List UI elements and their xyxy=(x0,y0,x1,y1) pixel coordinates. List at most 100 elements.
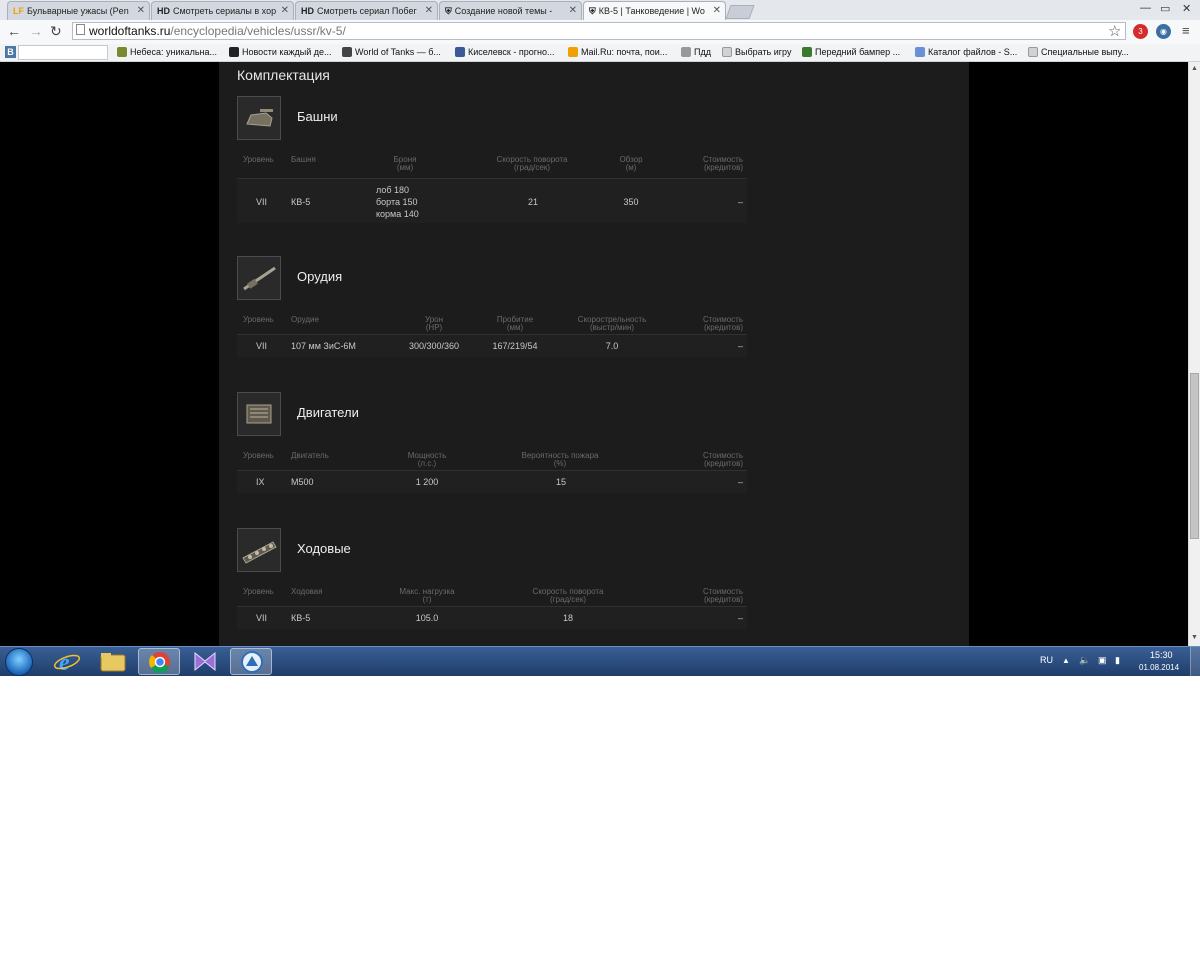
reload-icon[interactable]: ↻ xyxy=(50,23,62,40)
tab-title: Бульварные ужасы (Pen xyxy=(27,6,129,16)
bookmark-favicon-icon xyxy=(229,47,239,57)
adblock-extension-icon[interactable]: 3 xyxy=(1133,24,1148,39)
minimize-icon[interactable]: — xyxy=(1140,2,1151,14)
bookmark-item[interactable]: Каталог файлов - S... xyxy=(915,47,1017,57)
clock-date[interactable]: 01.08.2014 xyxy=(1139,663,1179,672)
turrets-title: Башни xyxy=(297,109,338,124)
menu-icon[interactable]: ≡ xyxy=(1182,23,1190,38)
scroll-down-arrow-icon[interactable]: ▼ xyxy=(1191,634,1198,641)
internet-explorer-icon[interactable]: e xyxy=(46,648,88,676)
table-row: VII КВ-5 лоб 180 борта 150 корма 140 21 … xyxy=(237,179,747,223)
windows-taskbar: e RU ▲ 🔈 ▣ ▮ 15:30 01.08.2014 xyxy=(0,646,1200,676)
cell-traverse: 21 xyxy=(527,197,538,207)
chrome-icon[interactable] xyxy=(138,648,180,675)
col-header-fire-chance: Вероятность пожара (%) xyxy=(521,451,599,468)
visual-studio-icon[interactable] xyxy=(184,648,226,675)
address-bar[interactable]: worldoftanks.ru/encyclopedia/vehicles/us… xyxy=(72,22,1126,40)
vertical-scrollbar[interactable]: ▲ ▼ xyxy=(1188,62,1200,646)
bookmark-favicon-icon xyxy=(342,47,352,57)
col-header-gun: Орудие xyxy=(291,315,319,324)
volume-icon[interactable]: 🔈 xyxy=(1079,655,1090,666)
cell-damage: 300/300/360 xyxy=(408,341,460,351)
cell-level: VII xyxy=(256,341,268,351)
close-tab-icon[interactable]: ✕ xyxy=(713,5,721,16)
forward-arrow-icon[interactable]: → xyxy=(29,23,43,39)
bookmark-item[interactable]: Выбрать игру xyxy=(722,47,791,57)
section-title: Комплектация xyxy=(237,67,330,83)
maximize-icon[interactable]: ▭ xyxy=(1160,2,1170,15)
page-viewport: Комплектация Башни Уровень Башня Броня (м… xyxy=(0,62,1188,646)
col-header-armor: Броня (мм) xyxy=(393,155,417,172)
clock-time[interactable]: 15:30 xyxy=(1150,650,1173,660)
bookmark-item[interactable]: Mail.Ru: почта, пои... xyxy=(568,47,667,57)
bookmark-item[interactable]: Передний бампер ... xyxy=(802,47,900,57)
signal-icon[interactable]: ▮ xyxy=(1115,655,1120,666)
cell-fire-chance: 15 xyxy=(555,477,566,487)
url-host: worldoftanks.ru xyxy=(89,24,171,38)
table-row: VII КВ-5 105.0 18 – xyxy=(237,607,747,629)
tab-title: Смотреть сериалы в хор xyxy=(173,6,277,16)
vk-icon[interactable]: В xyxy=(5,46,16,58)
cell-cost: – xyxy=(737,197,743,207)
cell-cost: – xyxy=(737,477,743,487)
engines-title: Двигатели xyxy=(297,405,359,420)
scrollbar-thumb[interactable] xyxy=(1190,373,1199,539)
col-header-turret: Башня xyxy=(291,155,316,164)
close-window-icon[interactable]: ✕ xyxy=(1182,2,1191,15)
col-header-level: Уровень xyxy=(243,451,274,460)
turret-icon xyxy=(237,96,281,140)
bookmarks-bar: В Небеса: уникальна... Новости каждый де… xyxy=(0,44,1200,62)
bookmark-star-icon[interactable]: ☆ xyxy=(1108,22,1121,40)
extension-icon[interactable]: ◉ xyxy=(1156,24,1171,39)
close-tab-icon[interactable]: ✕ xyxy=(137,5,145,16)
cell-cost: – xyxy=(737,613,743,623)
network-icon[interactable]: ▣ xyxy=(1098,655,1107,666)
col-header-damage: Урон (HP) xyxy=(424,315,444,332)
close-tab-icon[interactable]: ✕ xyxy=(281,5,289,16)
col-header-engine: Двигатель xyxy=(291,451,329,460)
bookmark-item[interactable]: World of Tanks — б... xyxy=(342,47,441,57)
browser-tab-active[interactable]: ⛨ КВ-5 | Танковедение | Wo ✕ xyxy=(583,1,726,20)
close-tab-icon[interactable]: ✕ xyxy=(569,5,577,16)
cell-view-range: 350 xyxy=(623,197,639,207)
browser-tab[interactable]: LF Бульварные ужасы (Pen ✕ xyxy=(7,1,150,20)
bookmark-item[interactable]: Специальные выпу... xyxy=(1028,47,1129,57)
back-arrow-icon[interactable]: ← xyxy=(7,23,21,39)
show-desktop-button[interactable] xyxy=(1190,647,1200,676)
bookmark-item[interactable]: Киселевск - прогно... xyxy=(455,47,555,57)
new-tab-button[interactable] xyxy=(725,5,755,19)
wot-icon: ⛨ xyxy=(445,6,452,16)
bookmark-label: Выбрать игру xyxy=(735,47,792,57)
bookmark-item[interactable]: Новости каждый де... xyxy=(229,47,332,57)
bookmark-label: Небеса: уникальна... xyxy=(130,47,218,57)
explorer-folder-icon[interactable] xyxy=(92,648,134,675)
scroll-up-arrow-icon[interactable]: ▲ xyxy=(1191,65,1198,72)
bookmark-item[interactable]: Небеса: уникальна... xyxy=(117,47,217,57)
show-hidden-icons-icon[interactable]: ▲ xyxy=(1062,656,1070,665)
col-header-suspension: Ходовая xyxy=(291,587,323,596)
col-header-max-load: Макс. нагрузка (т) xyxy=(399,587,455,604)
col-header-traverse: Скорость поворота (град/сек) xyxy=(496,155,568,172)
cell-max-load: 105.0 xyxy=(415,613,439,623)
browser-tab[interactable]: ⛨ Создание новой темы - ✕ xyxy=(439,1,582,20)
suspension-icon xyxy=(237,528,281,572)
vk-search-field[interactable] xyxy=(18,45,108,60)
col-header-level: Уровень xyxy=(243,587,274,596)
start-button[interactable] xyxy=(5,648,33,676)
bookmark-label: Киселевск - прогно... xyxy=(468,47,555,57)
guns-section: Орудия Уровень Орудие Урон (HP) Пробитие(… xyxy=(237,256,747,366)
vk-label: В xyxy=(7,47,14,57)
page-icon xyxy=(76,24,85,35)
browser-tab[interactable]: HD Смотреть сериал Побег ✕ xyxy=(295,1,438,20)
cell-power: 1 200 xyxy=(415,477,439,487)
language-indicator[interactable]: RU xyxy=(1040,655,1053,665)
col-header-level: Уровень xyxy=(243,315,274,324)
bookmark-favicon-icon xyxy=(681,47,691,57)
bookmark-item[interactable]: Пдд xyxy=(681,47,711,57)
col-header-cost: Стоимость (кредитов) xyxy=(702,155,743,172)
suspensions-section: Ходовые Уровень Ходовая Макс. нагрузка (т… xyxy=(237,528,747,646)
close-tab-icon[interactable]: ✕ xyxy=(425,5,433,16)
app-launcher-icon[interactable] xyxy=(230,648,272,675)
bookmark-favicon-icon xyxy=(568,47,578,57)
browser-tab[interactable]: HD Смотреть сериалы в хор ✕ xyxy=(151,1,294,20)
